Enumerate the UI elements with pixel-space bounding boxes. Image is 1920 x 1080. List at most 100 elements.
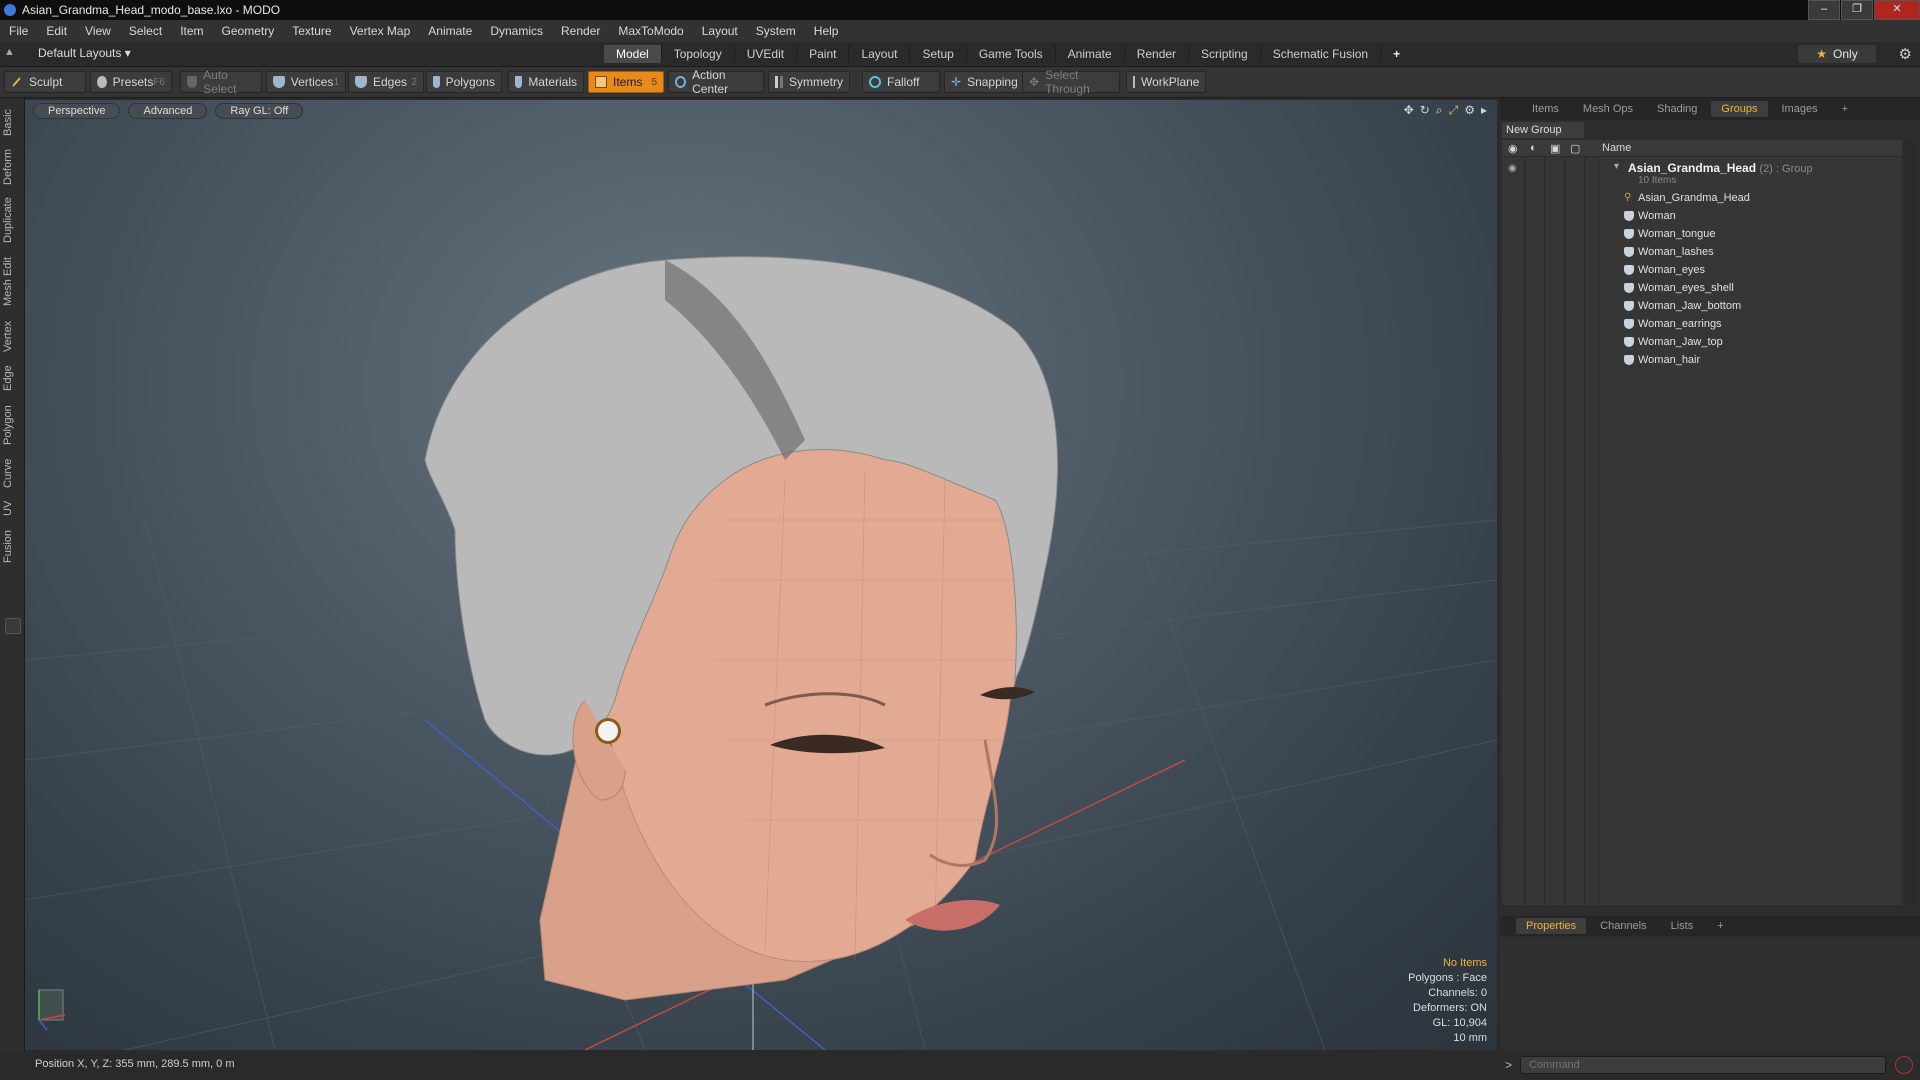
tab-scripting[interactable]: Scripting: [1189, 45, 1261, 63]
list-item[interactable]: Woman_Jaw_bottom: [1602, 297, 1892, 315]
minimize-button[interactable]: –: [1808, 0, 1840, 20]
viewport-gear-icon[interactable]: ⚙: [1464, 103, 1475, 118]
tab-properties[interactable]: Properties: [1516, 918, 1587, 934]
menu-edit[interactable]: Edit: [37, 24, 76, 38]
zoom-icon[interactable]: ⌕: [1436, 103, 1443, 118]
tab-setup[interactable]: Setup: [910, 45, 967, 63]
items-button[interactable]: Items 5: [588, 71, 664, 93]
symmetry-button[interactable]: Symmetry: [768, 71, 850, 93]
only-button[interactable]: ★ Only: [1798, 45, 1876, 63]
expand-arrow-icon[interactable]: ▾: [1614, 161, 1619, 172]
command-input[interactable]: [1520, 1056, 1886, 1074]
list-scrollbar[interactable]: [1904, 140, 1916, 905]
tab-shading[interactable]: Shading: [1647, 101, 1707, 117]
list-item[interactable]: Woman_tongue: [1602, 225, 1892, 243]
vtab-fusion[interactable]: Fusion: [2, 526, 22, 566]
view-perspective-button[interactable]: Perspective: [33, 103, 121, 119]
add-props-tab-button[interactable]: +: [1707, 918, 1733, 934]
tab-render[interactable]: Render: [1125, 45, 1190, 63]
vtab-deform[interactable]: Deform: [2, 146, 22, 188]
tab-uvedit[interactable]: UVEdit: [735, 45, 798, 63]
menu-maxtomodo[interactable]: MaxToModo: [609, 24, 692, 38]
menu-help[interactable]: Help: [805, 24, 848, 38]
menu-file[interactable]: File: [0, 24, 37, 38]
lock-icon[interactable]: ▣: [1550, 142, 1560, 155]
list-item[interactable]: Woman_earrings: [1602, 315, 1892, 333]
tab-paint[interactable]: Paint: [797, 45, 850, 63]
vtab-uv[interactable]: UV: [2, 496, 22, 520]
tab-mesh-ops[interactable]: Mesh Ops: [1573, 101, 1643, 117]
tab-toggle-button[interactable]: [5, 618, 21, 634]
tab-lists[interactable]: Lists: [1661, 918, 1704, 934]
menu-vertex-map[interactable]: Vertex Map: [341, 24, 420, 38]
vtab-basic[interactable]: Basic: [2, 104, 22, 142]
action-center-button[interactable]: Action Center: [668, 68, 764, 96]
menu-view[interactable]: View: [76, 24, 120, 38]
tab-images[interactable]: Images: [1772, 101, 1828, 117]
3d-viewport[interactable]: Perspective Advanced Ray GL: Off ✥ ↻ ⌕ ⤢…: [25, 100, 1497, 1050]
snapping-button[interactable]: ✛ Snapping: [944, 71, 1024, 93]
tab-model[interactable]: Model: [604, 45, 662, 63]
list-item[interactable]: Woman_Jaw_top: [1602, 333, 1892, 351]
close-button[interactable]: ✕: [1874, 0, 1920, 20]
materials-button[interactable]: Materials: [508, 71, 584, 93]
viewport-menu-arrow-icon[interactable]: ▸: [1481, 103, 1487, 118]
sculpt-button[interactable]: Sculpt: [4, 71, 86, 93]
scene-render[interactable]: [25, 100, 1497, 1050]
menu-layout[interactable]: Layout: [693, 24, 747, 38]
tab-channels[interactable]: Channels: [1590, 918, 1656, 934]
menu-item[interactable]: Item: [171, 24, 212, 38]
vtab-edge[interactable]: Edge: [2, 360, 22, 396]
gear-icon[interactable]: ⚙: [1899, 45, 1912, 63]
list-item[interactable]: Woman_lashes: [1602, 243, 1892, 261]
vtab-vertex[interactable]: Vertex: [2, 316, 22, 356]
list-item[interactable]: Woman: [1602, 207, 1892, 225]
maximize-button[interactable]: ❐: [1841, 0, 1873, 20]
render-icon[interactable]: ◐: [1530, 142, 1537, 154]
select-through-button[interactable]: ✥ Select Through: [1022, 68, 1120, 96]
vtab-curve[interactable]: Curve: [2, 454, 22, 492]
rotate-icon[interactable]: ↻: [1420, 103, 1430, 118]
presets-button[interactable]: Presets F6: [90, 71, 172, 93]
workplane-button[interactable]: WorkPlane: [1126, 71, 1206, 93]
raygl-toggle-button[interactable]: Ray GL: Off: [215, 103, 304, 119]
menu-select[interactable]: Select: [120, 24, 171, 38]
list-item[interactable]: Woman_hair: [1602, 351, 1892, 369]
list-item[interactable]: ⚲ Asian_Grandma_Head: [1602, 189, 1892, 207]
list-item[interactable]: Woman_eyes_shell: [1602, 279, 1892, 297]
vertices-button[interactable]: Vertices 1: [266, 71, 346, 93]
tab-schematic-fusion[interactable]: Schematic Fusion: [1261, 45, 1382, 63]
shading-advanced-button[interactable]: Advanced: [128, 103, 208, 119]
auto-select-button[interactable]: Auto Select: [180, 68, 262, 96]
falloff-button[interactable]: Falloff: [862, 71, 940, 93]
polygons-button[interactable]: Polygons: [426, 71, 502, 93]
vtab-polygon[interactable]: Polygon: [2, 400, 22, 450]
tab-topology[interactable]: Topology: [662, 45, 735, 63]
tab-animate[interactable]: Animate: [1056, 45, 1125, 63]
menu-texture[interactable]: Texture: [283, 24, 340, 38]
visibility-eye-icon[interactable]: ◉: [1508, 142, 1518, 155]
pan-icon[interactable]: ✥: [1404, 103, 1414, 118]
edges-button[interactable]: Edges 2: [348, 71, 424, 93]
fit-icon[interactable]: ⤢: [1449, 103, 1459, 118]
menu-animate[interactable]: Animate: [419, 24, 481, 38]
collapse-arrow-icon[interactable]: ▲: [4, 46, 15, 58]
vtab-mesh-edit[interactable]: Mesh Edit: [2, 254, 22, 310]
group-eye-icon[interactable]: ◉: [1508, 163, 1517, 174]
command-history-button[interactable]: [1895, 1056, 1913, 1074]
select-icon[interactable]: ▢: [1570, 142, 1580, 155]
add-tab-button[interactable]: +: [1381, 45, 1412, 63]
vtab-duplicate[interactable]: Duplicate: [2, 192, 22, 248]
group-list[interactable]: ◉ ▾ Asian_Grandma_Head (2) : Group 10 It…: [1502, 157, 1902, 905]
menu-render[interactable]: Render: [552, 24, 609, 38]
column-name[interactable]: Name: [1602, 142, 1631, 154]
list-item[interactable]: Woman_eyes: [1602, 261, 1892, 279]
new-group-button[interactable]: New Group: [1502, 122, 1584, 138]
menu-dynamics[interactable]: Dynamics: [481, 24, 552, 38]
group-title[interactable]: Asian_Grandma_Head (2) : Group: [1628, 161, 1813, 175]
tab-items[interactable]: Items: [1522, 101, 1569, 117]
menu-geometry[interactable]: Geometry: [213, 24, 284, 38]
tab-layout[interactable]: Layout: [849, 45, 911, 63]
tab-game-tools[interactable]: Game Tools: [967, 45, 1056, 63]
layout-selector[interactable]: Default Layouts ▾: [38, 46, 131, 60]
